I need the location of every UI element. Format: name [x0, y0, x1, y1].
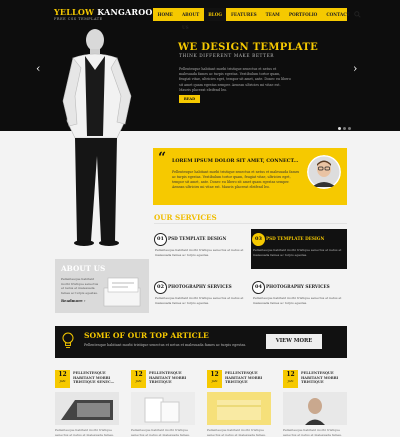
hero-person-image [62, 29, 132, 246]
services-heading: OUR SERVICES [154, 213, 217, 222]
post-image [55, 392, 119, 425]
testimonial-title: LOREM IPSUM DOLOR SIT AMET, CONNECT... [172, 158, 299, 164]
post-image [283, 392, 347, 425]
tagline: FREE CSS TEMPLATE [54, 17, 103, 21]
service-text: Pellentesque habitant morbi tristique se… [155, 296, 244, 305]
post-text: Pellentesque habitant morbi tristique se… [207, 428, 266, 437]
nav-features[interactable]: FEATURES [226, 8, 261, 21]
post-title[interactable]: PELLENTESQUE HABITANT MORBI TRISTIQUE [225, 371, 271, 385]
post-date-badge: 12 JAN [283, 370, 298, 388]
service-item-highlighted[interactable]: 03 PSD TEMPLATE DESIGN Pellentesque habi… [251, 229, 347, 269]
nav-contact[interactable]: CONTACT [322, 8, 354, 21]
slider-dot[interactable] [348, 127, 351, 130]
avatar [307, 155, 341, 189]
divider [154, 223, 347, 224]
post-title[interactable]: PELLENTESQUE HABITANT MORBI TRISTIQUE [301, 371, 347, 385]
post-date-badge: 12 JAN [131, 370, 146, 388]
post-date-badge: 12 JAN [55, 370, 70, 388]
blog-post[interactable]: 12 JAN PELLENTESQUE HABITANT MORBI TRISTI… [55, 370, 119, 437]
read-more-button[interactable]: READ MORE [179, 95, 200, 109]
post-image [207, 392, 271, 425]
service-title: PSD TEMPLATE DESIGN [168, 236, 227, 241]
slider-prev-icon[interactable]: ‹ [36, 62, 40, 75]
about-image [103, 277, 141, 307]
service-item[interactable]: 02 PHOTOGRAPHY SERVICES Pellentesque hab… [153, 277, 249, 317]
article-text: Pellentesque habitant morbi tristique se… [84, 343, 247, 347]
post-text: Pellentesque habitant morbi tristique se… [283, 428, 342, 437]
hero-text: Pellentesque habitant morbi tristique se… [179, 67, 291, 92]
post-image [131, 392, 195, 425]
service-text: Pellentesque habitant morbi tristique se… [155, 248, 244, 257]
hero-title: WE DESIGN TEMPLATE [178, 42, 319, 53]
about-text: Pellentesque habitant morbi tristique se… [61, 277, 99, 295]
hero-subtitle: THINK DIFFERENT MAKE BETTER [179, 54, 275, 59]
quote-icon: “ [158, 150, 167, 166]
post-text: Pellentesque habitant morbi tristique se… [55, 428, 114, 437]
about-readmore-link[interactable]: Readmore › [61, 298, 86, 303]
nav-about-us[interactable]: ABOUT US [177, 8, 203, 30]
blog-post[interactable]: 12 JAN PELLENTESQUE HABITANT MORBI TRISTI… [207, 370, 271, 437]
slider-dots [338, 127, 351, 130]
post-title[interactable]: PELLENTESQUE HABITANT MORBI TRISTIQUE SE… [73, 371, 119, 385]
nav-blog[interactable]: BLOG [203, 8, 227, 21]
article-title: SOME OF OUR TOP ARTICLE [84, 331, 209, 340]
logo[interactable]: YELLOW KANGAROO [54, 7, 153, 17]
testimonial-text: Pellentesque habitant morbi tristique se… [172, 170, 300, 189]
view-more-button[interactable]: VIEW MORE [266, 334, 322, 349]
service-text: Pellentesque habitant morbi tristique se… [253, 296, 342, 305]
post-title[interactable]: PELLENTESQUE HABITANT MORBI TRISTIQUE [149, 371, 195, 385]
service-number: 02 [154, 281, 167, 294]
nav-portfolio[interactable]: PORTFOLIO [284, 8, 322, 21]
service-number: 04 [252, 281, 265, 294]
service-title: PHOTOGRAPHY SERVICES [266, 284, 330, 289]
service-number: 01 [154, 233, 167, 246]
service-item[interactable]: 04 PHOTOGRAPHY SERVICES Pellentesque hab… [251, 277, 347, 317]
main-nav: HOME ABOUT US BLOG FEATURES TEAM PORTFOL… [153, 8, 361, 30]
slider-dot[interactable] [343, 127, 346, 130]
slider-next-icon[interactable]: › [353, 62, 357, 75]
nav-home[interactable]: HOME [153, 8, 177, 21]
search-icon[interactable] [354, 8, 361, 21]
service-title: PHOTOGRAPHY SERVICES [168, 284, 232, 289]
arrow-right-icon: › [83, 298, 86, 303]
service-text: Pellentesque habitant morbi tristique se… [253, 248, 342, 257]
service-title: PSD TEMPLATE DESIGN [266, 236, 325, 241]
nav-team[interactable]: TEAM [261, 8, 284, 21]
lightbulb-icon [62, 332, 74, 348]
blog-post[interactable]: 12 JAN PELLENTESQUE HABITANT MORBI TRISTI… [283, 370, 347, 437]
about-title: ABOUT US [61, 264, 106, 273]
service-item[interactable]: 01 PSD TEMPLATE DESIGN Pellentesque habi… [153, 229, 249, 269]
post-date-badge: 12 JAN [207, 370, 222, 388]
blog-post[interactable]: 12 JAN PELLENTESQUE HABITANT MORBI TRISTI… [131, 370, 195, 437]
slider-dot[interactable] [338, 127, 341, 130]
post-text: Pellentesque habitant morbi tristique se… [131, 428, 190, 437]
service-number: 03 [252, 233, 265, 246]
